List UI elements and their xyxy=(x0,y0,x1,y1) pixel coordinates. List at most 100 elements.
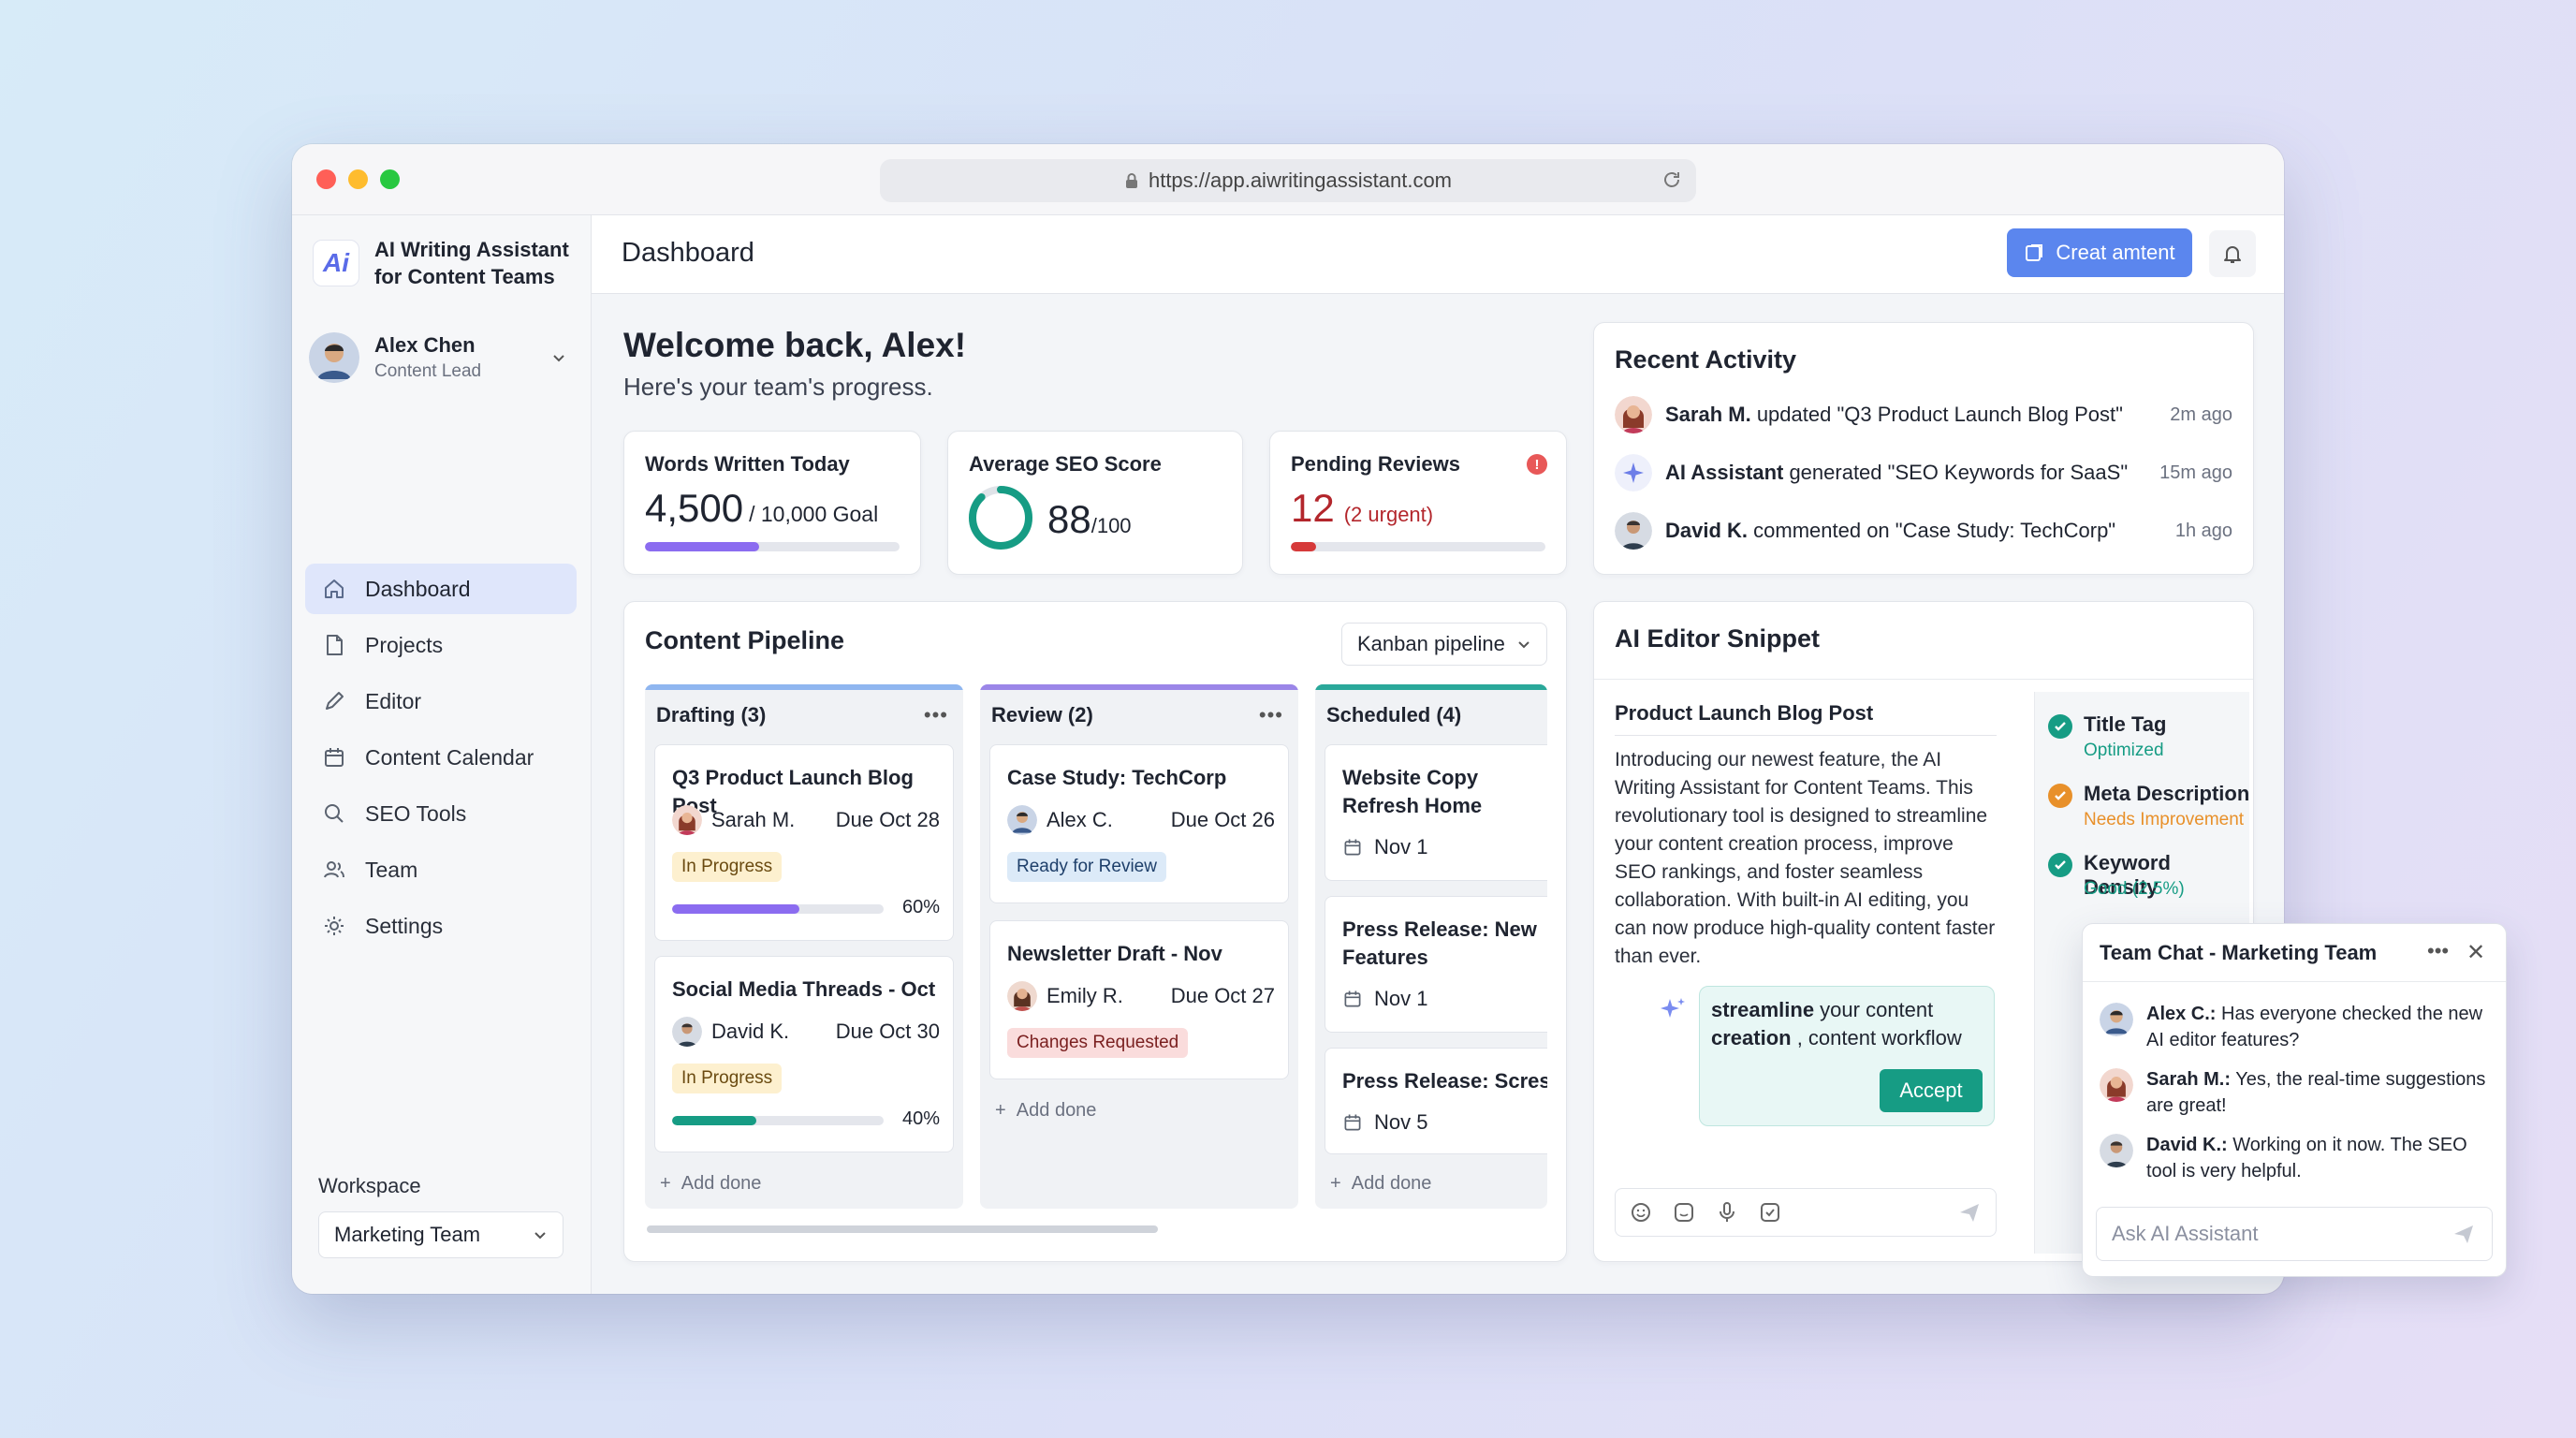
close-icon[interactable]: ✕ xyxy=(2466,939,2485,966)
words-value: 4,500 xyxy=(645,486,744,530)
notifications-button[interactable] xyxy=(2209,230,2256,277)
horizontal-scrollbar[interactable] xyxy=(647,1225,1158,1233)
activity-actor: AI Assistant xyxy=(1665,461,1784,484)
send-icon[interactable] xyxy=(2451,1221,2477,1247)
welcome-subtitle: Here's your team's progress. xyxy=(623,373,933,401)
task-date: Nov 1 xyxy=(1374,987,1428,1010)
avatar xyxy=(1615,396,1652,433)
brand: Ai AI Writing Assistant for Content Team… xyxy=(313,236,571,290)
more-options-icon[interactable]: ••• xyxy=(1259,703,1283,727)
sidebar-item-seo-tools[interactable]: SEO Tools xyxy=(305,788,577,839)
seo-check-name: Title Tag xyxy=(2084,712,2167,736)
sidebar-item-team[interactable]: Team xyxy=(305,844,577,895)
seo-check-name: Meta Description xyxy=(2084,782,2250,805)
emoji-icon[interactable] xyxy=(1629,1200,1653,1225)
create-content-label: Creat amtent xyxy=(2056,241,2175,264)
status-badge: In Progress xyxy=(672,1064,783,1093)
editor-title: AI Editor Snippet xyxy=(1615,624,1820,653)
users-icon xyxy=(324,861,344,878)
words-progress-fill xyxy=(645,542,760,551)
address-bar[interactable]: https://app.aiwritingassistant.com xyxy=(880,159,1696,202)
task-card[interactable]: Newsletter Draft - Nov Emily R. Due Oct … xyxy=(989,920,1289,1079)
more-options-icon[interactable]: ••• xyxy=(2427,939,2449,963)
activity-item[interactable]: AI Assistant generated "SEO Keywords for… xyxy=(1615,452,2232,493)
words-goal: / 10,000 Goal xyxy=(749,502,879,526)
task-card[interactable]: Case Study: TechCorp Alex C. Due Oct 26 … xyxy=(989,744,1289,903)
send-icon[interactable] xyxy=(1956,1199,1983,1225)
task-card[interactable]: Press Release: New Features Nov 1 xyxy=(1325,896,1547,1033)
sidebar-item-label: Editor xyxy=(365,688,422,713)
ai-sparkle-icon xyxy=(1661,998,1685,1018)
microphone-icon[interactable] xyxy=(1715,1200,1739,1225)
task-card[interactable]: Q3 Product Launch Blog Post Sarah M. Due… xyxy=(654,744,954,941)
url-text: https://app.aiwritingassistant.com xyxy=(1148,169,1453,192)
minimize-window-button[interactable] xyxy=(348,169,368,189)
sticker-icon[interactable] xyxy=(1672,1200,1696,1225)
chat-message: David K.: Working on it now. The SEO too… xyxy=(2100,1132,2493,1184)
workspace-select[interactable]: Marketing Team xyxy=(318,1211,564,1258)
status-badge: Changes Requested xyxy=(1007,1028,1189,1058)
pending-reviews-card: Pending Reviews ! 12 (2 urgent) xyxy=(1269,431,1567,575)
pipeline-view-select[interactable]: Kanban pipeline xyxy=(1341,623,1547,666)
ai-suggestion-text: streamline your content creation , conte… xyxy=(1711,998,1962,1049)
document-title: Product Launch Blog Post xyxy=(1615,701,1874,725)
status-badge: Ready for Review xyxy=(1007,852,1166,882)
sidebar-item-dashboard[interactable]: Dashboard xyxy=(305,564,577,614)
chevron-down-icon[interactable] xyxy=(550,349,567,366)
task-card[interactable]: Press Release: Scresw Nov 5 xyxy=(1325,1048,1547,1154)
kanban-column-review: Review (2) ••• Case Study: TechCorp Alex… xyxy=(980,684,1298,1209)
activity-text: generated "SEO Keywords for SaaS" xyxy=(1783,461,2129,484)
avatar xyxy=(2100,1003,2133,1036)
sidebar-item-label: Team xyxy=(365,857,418,882)
calendar-icon xyxy=(325,748,344,767)
seo-check-status: Good (2.5%) xyxy=(2084,879,2185,899)
document-body[interactable]: Introducing our newest feature, the AI W… xyxy=(1615,746,1998,971)
sidebar-item-projects[interactable]: Projects xyxy=(305,620,577,670)
reviews-urgent: (2 urgent) xyxy=(1343,503,1434,526)
avatar xyxy=(672,805,702,835)
chat-message: Alex C.: Has everyone checked the new AI… xyxy=(2100,1001,2493,1053)
task-assignee: Sarah M. xyxy=(711,808,796,831)
add-task-button[interactable]: + Add done xyxy=(660,1173,761,1195)
sidebar-nav: Dashboard Projects Editor Content Calend… xyxy=(305,564,577,957)
avatar xyxy=(1007,981,1037,1011)
avatar xyxy=(309,332,359,383)
ask-ai-input[interactable]: Ask AI Assistant xyxy=(2096,1207,2493,1261)
browser-window: https://app.aiwritingassistant.com Ai AI… xyxy=(292,144,2284,1294)
accept-suggestion-button[interactable]: Accept xyxy=(1880,1069,1983,1112)
column-title: Scheduled (4) xyxy=(1326,703,1462,726)
activity-item[interactable]: David K. commented on "Case Study: TechC… xyxy=(1615,510,2232,551)
chat-title: Team Chat - Marketing Team xyxy=(2100,941,2378,964)
add-task-button[interactable]: + Add done xyxy=(1330,1173,1431,1195)
page-title: Dashboard xyxy=(622,238,754,268)
create-content-button[interactable]: Creat amtent xyxy=(2007,228,2192,277)
more-options-icon[interactable]: ••• xyxy=(924,703,948,727)
sidebar-item-settings[interactable]: Settings xyxy=(305,901,577,951)
user-menu[interactable]: Alex Chen Content Lead xyxy=(309,331,575,384)
close-window-button[interactable] xyxy=(316,169,336,189)
add-task-label: Add done xyxy=(681,1173,762,1194)
reload-icon[interactable] xyxy=(1661,169,1683,191)
kanban-column-drafting: Drafting (3) ••• Q3 Product Launch Blog … xyxy=(645,684,963,1209)
column-accent xyxy=(980,684,1298,690)
activity-item[interactable]: Sarah M. updated "Q3 Product Launch Blog… xyxy=(1615,394,2232,435)
task-card[interactable]: Social Media Threads - Oct David K. Due … xyxy=(654,956,954,1152)
reviews-progress-fill xyxy=(1291,542,1317,551)
checkbox-icon[interactable] xyxy=(1758,1200,1782,1225)
add-task-label: Add done xyxy=(1016,1100,1097,1121)
sidebar-item-label: SEO Tools xyxy=(365,800,467,826)
check-circle-icon xyxy=(2048,853,2072,877)
lock-icon xyxy=(1125,173,1137,188)
stat-label: Pending Reviews xyxy=(1291,452,1460,476)
sidebar-item-editor[interactable]: Editor xyxy=(305,676,577,726)
sidebar-item-content-calendar[interactable]: Content Calendar xyxy=(305,732,577,783)
chat-header: Team Chat - Marketing Team ••• ✕ xyxy=(2083,924,2506,982)
task-title: Press Release: Scresw xyxy=(1342,1069,1547,1093)
task-card[interactable]: Website Copy Refresh Home Nov 1 xyxy=(1325,744,1547,881)
column-title: Drafting (3) xyxy=(656,703,767,726)
calendar-icon xyxy=(1344,1114,1361,1131)
task-title: Website Copy Refresh Home xyxy=(1342,766,1483,817)
home-icon xyxy=(325,580,344,598)
maximize-window-button[interactable] xyxy=(380,169,400,189)
add-task-button[interactable]: + Add done xyxy=(995,1100,1096,1122)
